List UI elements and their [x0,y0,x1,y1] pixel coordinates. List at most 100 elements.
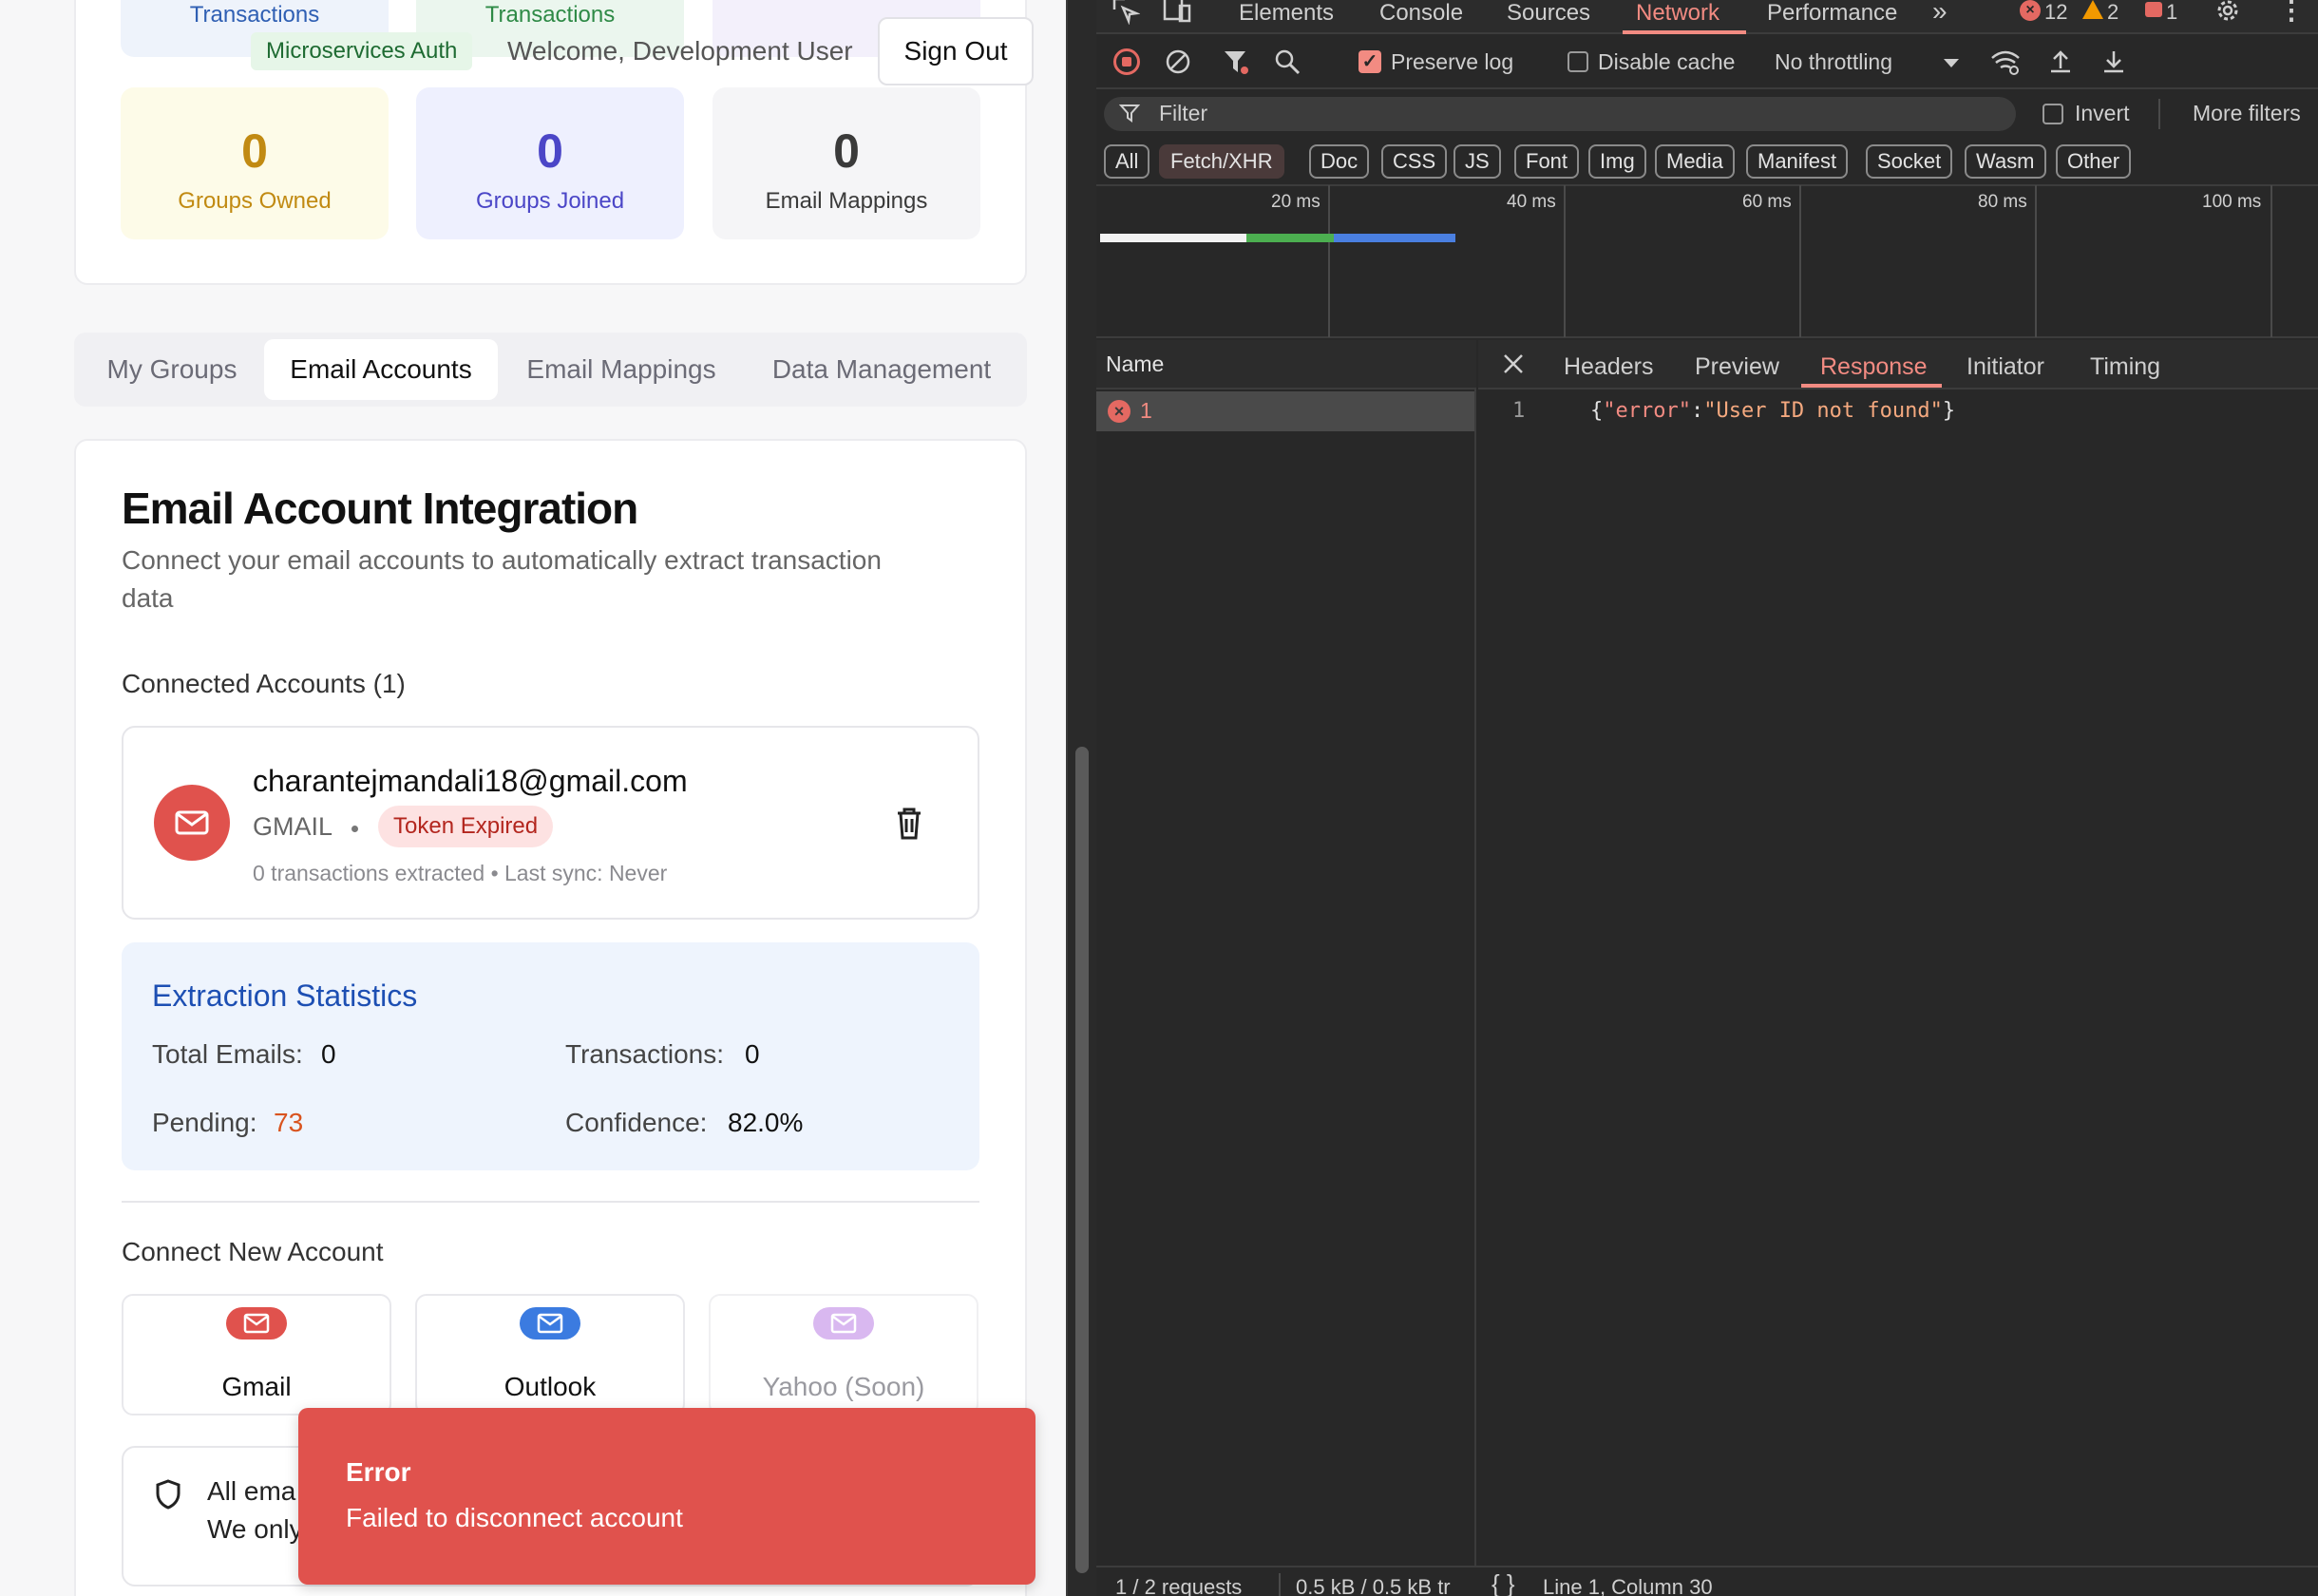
error-count-icon[interactable]: × [2020,0,2041,21]
gmail-mail-icon [226,1307,287,1340]
chip-font[interactable]: Font [1514,144,1580,179]
request-row[interactable] [1096,391,1474,431]
pending-label: Pending: [152,1108,257,1137]
preserve-log-checkbox[interactable]: ✓ [1358,50,1381,73]
preserve-log-label[interactable]: Preserve log [1391,49,1513,75]
settings-gear-icon[interactable] [2214,0,2242,25]
tab-sources[interactable]: Sources [1507,0,1590,27]
connected-accounts-heading: Connected Accounts (1) [122,669,406,698]
network-conditions-icon[interactable] [1989,48,2022,76]
welcome-text: Welcome, Development User [507,36,853,66]
scrollbar-thumb[interactable] [1075,747,1089,1573]
chip-css[interactable]: CSS [1381,144,1448,179]
chip-manifest[interactable]: Manifest [1746,144,1849,179]
kebab-menu-icon[interactable]: ⋮ [2278,0,2305,26]
stat-value: 0 [537,124,563,178]
chip-img[interactable]: Img [1588,144,1646,179]
more-tabs-icon[interactable]: » [1932,0,1948,27]
timeline-tick: 80 ms [1978,192,2027,212]
chip-all[interactable]: All [1104,144,1150,179]
transfer-size: 0.5 kB / 0.5 kB tr [1296,1575,1451,1596]
error-toast[interactable]: Error Failed to disconnect account [298,1408,1036,1585]
record-icon[interactable] [1113,48,1140,75]
tab-console[interactable]: Console [1379,0,1463,27]
stat-value: 0 [833,124,860,178]
trash-icon[interactable] [893,806,925,842]
response-body[interactable]: 1 {"error":"User ID not found"} [1478,391,2318,1566]
grid-line [1799,185,1801,337]
request-list [1096,340,1476,1566]
tab-elements[interactable]: Elements [1239,0,1334,27]
chip-js[interactable]: JS [1454,144,1501,179]
integration-title: Email Account Integration [122,484,638,533]
stat-groups-joined: 0 Groups Joined [416,87,684,239]
export-har-icon[interactable] [2100,48,2128,76]
json-colon: : [1690,399,1704,423]
waterfall-bar-wait [1246,234,1334,242]
invert-label[interactable]: Invert [2075,101,2130,126]
stat-email-mappings: 0 Email Mappings [712,87,980,239]
request-error-icon: × [1108,400,1130,423]
invert-checkbox[interactable] [2042,104,2063,124]
devtools-panel: Elements Console Sources Network Perform… [1096,0,2318,1596]
chip-wasm[interactable]: Wasm [1965,144,2046,179]
connect-gmail-button[interactable]: Gmail [122,1294,391,1416]
transactions-label: Transactions: [565,1039,725,1069]
chip-fetch-xhr[interactable]: Fetch/XHR [1159,144,1284,179]
search-icon[interactable] [1273,48,1302,76]
tab-my-groups[interactable]: My Groups [91,339,253,400]
issues-icon [2145,2,2162,17]
request-name: 1 [1140,398,1152,423]
filter-funnel-icon[interactable] [1222,48,1250,76]
close-icon[interactable] [1501,352,1526,376]
error-count: 12 [2044,0,2068,24]
tab-data-management[interactable]: Data Management [745,339,1018,400]
sign-out-button[interactable]: Sign Out [878,17,1034,86]
toast-message: Failed to disconnect account [346,1503,683,1532]
auth-badge: Microservices Auth [251,32,473,70]
tab-preview[interactable]: Preview [1695,353,1779,381]
shield-icon [154,1478,182,1510]
disable-cache-label[interactable]: Disable cache [1598,49,1735,75]
chip-doc[interactable]: Doc [1309,144,1370,179]
chip-socket[interactable]: Socket [1866,144,1953,179]
cursor-position: Line 1, Column 30 [1543,1575,1713,1596]
tab-network[interactable]: Network [1636,0,1720,27]
timeline-tick: 60 ms [1742,192,1792,212]
tab-headers[interactable]: Headers [1564,353,1654,381]
device-toggle-icon[interactable] [1161,0,1193,25]
more-filters-button[interactable]: More filters [2193,101,2301,126]
extraction-title: Extraction Statistics [152,978,418,1013]
connect-new-heading: Connect New Account [122,1237,384,1266]
chip-media[interactable]: Media [1655,144,1735,179]
waterfall-bar-download [1334,234,1455,242]
stat-groups-owned: 0 Groups Owned [121,87,389,239]
timeline-tick: 40 ms [1507,192,1556,212]
chip-other[interactable]: Other [2056,144,2132,179]
filter-input[interactable] [1104,97,2016,131]
tab-performance[interactable]: Performance [1767,0,1897,27]
tab-response[interactable]: Response [1820,353,1928,381]
pretty-print-icon[interactable]: { } [1492,1569,1515,1596]
clear-icon[interactable] [1165,48,1191,75]
provider-label: Yahoo (Soon) [762,1372,925,1401]
import-har-icon[interactable] [2046,48,2075,76]
integration-subtitle-line2: data [122,583,174,613]
tab-email-mappings[interactable]: Email Mappings [509,339,733,400]
waterfall-bar-queue [1100,234,1246,242]
tab-email-accounts[interactable]: Email Accounts [264,339,498,400]
chevron-down-icon[interactable] [1944,59,1959,67]
pane-splitter[interactable] [1066,0,1096,1596]
status-badge: Token Expired [378,806,554,847]
tab-initiator[interactable]: Initiator [1966,353,2044,381]
timeline-tick: 100 ms [2202,192,2262,212]
pending-value: 73 [274,1108,304,1137]
active-detail-tab-underline [1801,384,1942,388]
tab-timing[interactable]: Timing [2090,353,2160,381]
connect-outlook-button[interactable]: Outlook [415,1294,685,1416]
inspect-icon[interactable] [1112,0,1141,26]
top-stat-label-2: Transactions [484,2,616,28]
disable-cache-checkbox[interactable] [1568,51,1588,72]
provider-label: Gmail [221,1372,292,1401]
throttling-select[interactable]: No throttling [1775,49,1892,75]
